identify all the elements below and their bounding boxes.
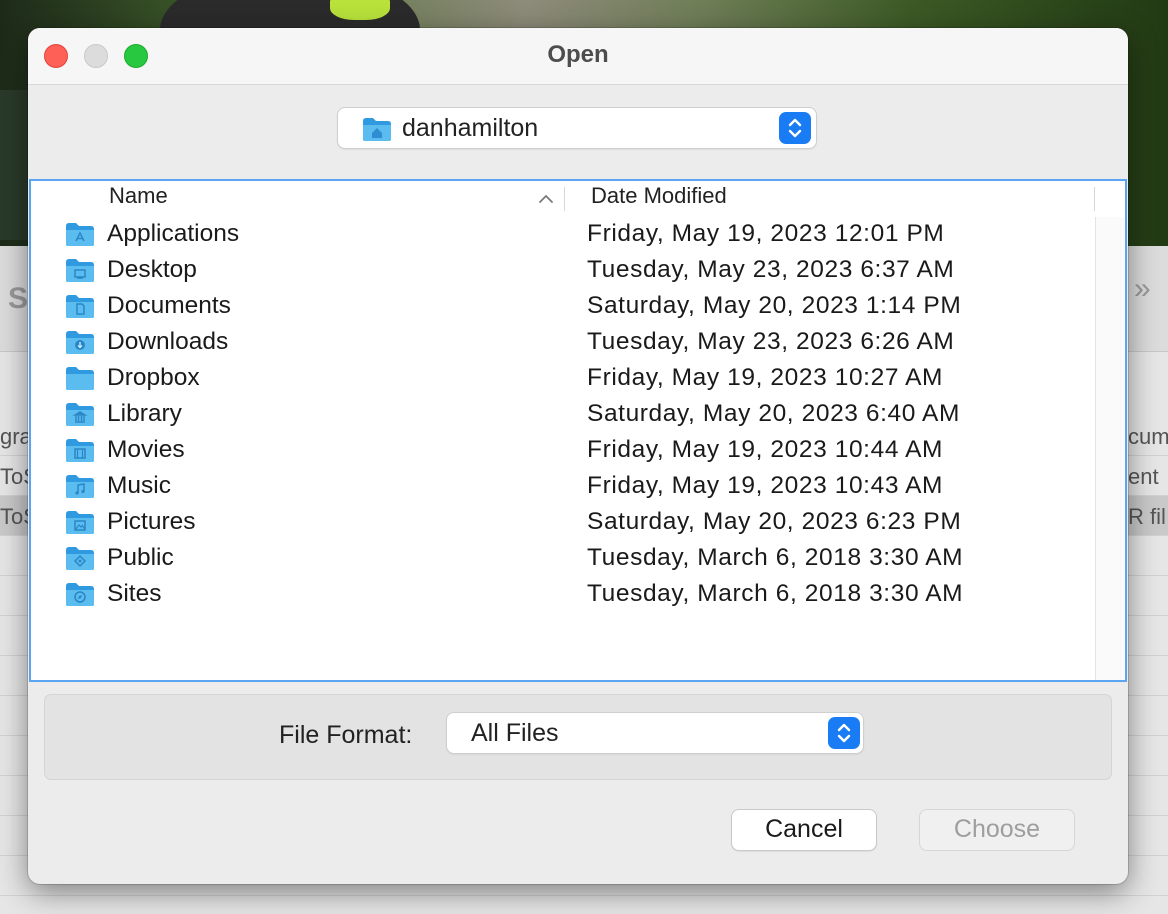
file-name: Library: [107, 400, 182, 427]
background-overflow-chevron-icon: »: [1134, 272, 1151, 305]
file-format-stepper-icon: [828, 717, 860, 749]
pictures-folder-icon: [65, 509, 95, 540]
location-stepper-icon: [779, 112, 811, 144]
vertical-scrollbar[interactable]: [1095, 217, 1125, 680]
file-date-modified: Friday, May 19, 2023 10:44 AM: [587, 436, 944, 463]
choose-button[interactable]: Choose: [920, 810, 1074, 850]
open-dialog: Open danhamilton Name Date Modified Appl…: [28, 28, 1128, 884]
home-folder-icon: [362, 116, 392, 147]
library-folder-icon: [65, 401, 95, 432]
file-name: Downloads: [107, 328, 229, 355]
file-name: Music: [107, 472, 171, 499]
file-format-label: File Format:: [279, 721, 413, 749]
file-format-panel: File Format: All Files: [44, 694, 1112, 780]
applications-folder-icon: [65, 221, 95, 252]
name-column-header[interactable]: Name: [109, 183, 168, 209]
title-bar: Open: [28, 28, 1128, 85]
background-toolbar-letter: S: [8, 282, 29, 315]
file-row[interactable]: Dropbox Friday, May 19, 2023 10:27 AM: [31, 361, 1095, 397]
date-modified-column-header[interactable]: Date Modified: [591, 183, 727, 209]
downloads-folder-icon: [65, 329, 95, 360]
file-row[interactable]: Documents Saturday, May 20, 2023 1:14 PM: [31, 289, 1095, 325]
file-name: Sites: [107, 580, 162, 607]
file-name: Movies: [107, 436, 185, 463]
file-date-modified: Saturday, May 20, 2023 1:14 PM: [587, 292, 962, 319]
file-date-modified: Friday, May 19, 2023 12:01 PM: [587, 220, 945, 247]
documents-folder-icon: [65, 293, 95, 324]
file-date-modified: Friday, May 19, 2023 10:43 AM: [587, 472, 944, 499]
file-name: Documents: [107, 292, 231, 319]
movies-folder-icon: [65, 437, 95, 468]
file-name: Desktop: [107, 256, 197, 283]
file-row[interactable]: Pictures Saturday, May 20, 2023 6:23 PM: [31, 505, 1095, 541]
file-row[interactable]: Library Saturday, May 20, 2023 6:40 AM: [31, 397, 1095, 433]
desktop-folder-icon: [65, 257, 95, 288]
sites-folder-icon: [65, 581, 95, 612]
file-date-modified: Tuesday, May 23, 2023 6:26 AM: [587, 328, 955, 355]
file-name: Public: [107, 544, 174, 571]
file-row[interactable]: Sites Tuesday, March 6, 2018 3:30 AM: [31, 577, 1095, 613]
file-rows: Applications Friday, May 19, 2023 12:01 P…: [31, 217, 1095, 613]
file-row[interactable]: Downloads Tuesday, May 23, 2023 6:26 AM: [31, 325, 1095, 361]
sort-ascending-icon[interactable]: [539, 191, 553, 209]
file-date-modified: Tuesday, May 23, 2023 6:37 AM: [587, 256, 955, 283]
file-row[interactable]: Music Friday, May 19, 2023 10:43 AM: [31, 469, 1095, 505]
file-date-modified: Tuesday, March 6, 2018 3:30 AM: [587, 580, 964, 607]
location-popup[interactable]: danhamilton: [338, 108, 816, 148]
cancel-button[interactable]: Cancel: [732, 810, 876, 850]
music-folder-icon: [65, 473, 95, 504]
file-name: Pictures: [107, 508, 196, 535]
file-list[interactable]: Name Date Modified Applications Friday, M…: [29, 179, 1127, 682]
public-folder-icon: [65, 545, 95, 576]
file-row[interactable]: Applications Friday, May 19, 2023 12:01 P…: [31, 217, 1095, 253]
file-date-modified: Friday, May 19, 2023 10:27 AM: [587, 364, 944, 391]
background-row-right-text: cum: [1128, 424, 1168, 449]
file-date-modified: Tuesday, March 6, 2018 3:30 AM: [587, 544, 964, 571]
background-row-right-text: ent: [1128, 464, 1159, 489]
file-row[interactable]: Public Tuesday, March 6, 2018 3:30 AM: [31, 541, 1095, 577]
file-date-modified: Saturday, May 20, 2023 6:23 PM: [587, 508, 962, 535]
background-row-right-text: R fil: [1128, 504, 1166, 529]
file-row[interactable]: Movies Friday, May 19, 2023 10:44 AM: [31, 433, 1095, 469]
location-label: danhamilton: [402, 114, 539, 142]
file-date-modified: Saturday, May 20, 2023 6:40 AM: [587, 400, 961, 427]
dropbox-folder-icon: [65, 365, 95, 396]
file-name: Applications: [107, 220, 240, 247]
file-format-value: All Files: [471, 719, 559, 747]
file-format-popup[interactable]: All Files: [447, 713, 863, 753]
background-jacket: [330, 0, 390, 20]
file-name: Dropbox: [107, 364, 200, 391]
column-separator[interactable]: [564, 187, 565, 211]
window-title: Open: [547, 41, 609, 68]
column-separator[interactable]: [1094, 187, 1095, 211]
file-row[interactable]: Desktop Tuesday, May 23, 2023 6:37 AM: [31, 253, 1095, 289]
